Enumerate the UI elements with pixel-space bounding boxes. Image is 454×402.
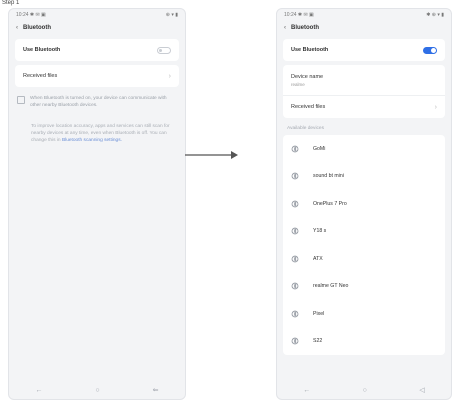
back-icon[interactable]: ‹ [16, 25, 18, 31]
status-right: ⊕ ▾ ▮ [165, 12, 178, 18]
nav-bar: ← ○ ⇐ [9, 381, 185, 399]
back-nav-icon[interactable]: ← [303, 387, 310, 394]
bluetooth-toggle[interactable] [423, 46, 437, 54]
status-right: ✱ ⊕ ▾ ▮ [426, 12, 444, 18]
device-settings-card: Device name realme Received files › [283, 65, 445, 118]
available-devices-list: GoMi sound bt mini OnePlus 7 Pro Y18 s ATX re… [283, 135, 445, 355]
device-row[interactable]: Pixel [283, 300, 445, 328]
status-bar: 10:24 ✱ ✉ ▣ ⊕ ▾ ▮ [9, 9, 185, 21]
device-row[interactable]: Y18 s [283, 218, 445, 246]
use-bluetooth-label: Use Bluetooth [23, 47, 61, 53]
bluetooth-device-icon [291, 337, 299, 345]
recents-nav-icon[interactable]: ⇐ [153, 386, 159, 394]
device-name-label: Device name [291, 73, 324, 80]
available-devices-header: Available devices [287, 126, 324, 131]
page-title: Bluetooth [23, 25, 51, 31]
received-files-label: Received files [23, 73, 58, 79]
device-row[interactable]: sound bt mini [283, 163, 445, 191]
back-nav-icon[interactable]: ← [35, 387, 42, 394]
status-left: 10:24 ✱ ✉ ▣ [16, 12, 46, 18]
use-bluetooth-row[interactable]: Use Bluetooth [15, 39, 179, 61]
device-name: OnePlus 7 Pro [313, 200, 347, 207]
page-header: ‹ Bluetooth [277, 21, 451, 35]
phone-screen-bluetooth-on: 10:24 ✱ ✉ ▣ ✱ ⊕ ▾ ▮ ‹ Bluetooth Use Blue… [276, 8, 452, 400]
scanning-settings-link[interactable]: Bluetooth scanning settings. [62, 138, 122, 143]
page-title: Bluetooth [291, 25, 319, 31]
chevron-right-icon: › [434, 103, 437, 111]
bluetooth-device-icon [291, 145, 299, 153]
device-name: sound bt mini [313, 173, 344, 180]
status-left: 10:24 ✱ ✉ ▣ [284, 12, 314, 18]
bluetooth-device-icon [291, 200, 299, 208]
received-files-row[interactable]: Received files › [15, 65, 179, 87]
device-row[interactable]: S22 [283, 328, 445, 356]
nav-bar: ← ○ ◁ [277, 381, 451, 399]
device-name: S22 [313, 338, 323, 345]
bluetooth-device-icon [291, 310, 299, 318]
bluetooth-device-icon [291, 282, 299, 290]
bluetooth-device-icon [291, 255, 299, 263]
bluetooth-toggle-card: Use Bluetooth [15, 39, 179, 61]
info-text: When Bluetooth is turned on, your device… [30, 96, 167, 108]
device-name: Pixel [313, 310, 325, 317]
device-row[interactable]: ATX [283, 245, 445, 273]
device-name: ATX [313, 255, 323, 262]
device-row[interactable]: GoMi [283, 135, 445, 163]
info-icon [17, 96, 25, 104]
page-header: ‹ Bluetooth [9, 21, 185, 35]
received-files-card: Received files › [15, 65, 179, 87]
phone-screen-bluetooth-off: 10:24 ✱ ✉ ▣ ⊕ ▾ ▮ ‹ Bluetooth Use Blueto… [8, 8, 186, 400]
bluetooth-toggle[interactable] [157, 46, 171, 54]
home-nav-icon[interactable]: ○ [363, 387, 367, 394]
back-icon[interactable]: ‹ [284, 25, 286, 31]
received-files-label: Received files [291, 104, 326, 110]
step-label: Step 1 [2, 0, 20, 6]
transition-arrow-icon [185, 151, 238, 159]
status-bar: 10:24 ✱ ✉ ▣ ✱ ⊕ ▾ ▮ [277, 9, 451, 21]
device-name-value: realme [291, 81, 305, 87]
device-name: GoMi [313, 145, 326, 152]
recents-nav-icon[interactable]: ◁ [419, 386, 424, 394]
received-files-row[interactable]: Received files › [283, 96, 445, 118]
bluetooth-toggle-card: Use Bluetooth [283, 39, 445, 61]
device-row[interactable]: OnePlus 7 Pro [283, 190, 445, 218]
home-nav-icon[interactable]: ○ [95, 387, 99, 394]
device-name-row[interactable]: Device name realme [283, 65, 445, 96]
use-bluetooth-row[interactable]: Use Bluetooth [283, 39, 445, 61]
chevron-right-icon: › [168, 72, 171, 80]
device-name: Y18 s [313, 228, 327, 235]
bluetooth-device-icon [291, 172, 299, 180]
use-bluetooth-label: Use Bluetooth [291, 47, 329, 53]
bluetooth-device-icon [291, 227, 299, 235]
device-name: realme GT Neo [313, 283, 349, 290]
bluetooth-info: When Bluetooth is turned on, your device… [17, 95, 177, 109]
scanning-info: To improve location accuracy, apps and s… [31, 123, 171, 144]
device-row[interactable]: realme GT Neo [283, 273, 445, 301]
